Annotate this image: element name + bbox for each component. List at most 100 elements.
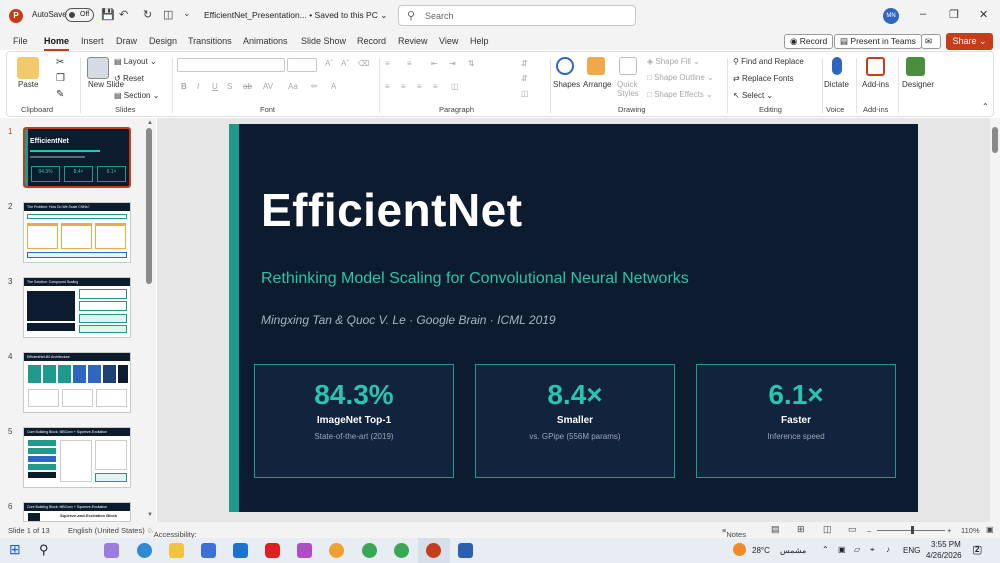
designer-button[interactable]: Designer — [902, 80, 934, 89]
chrome-icon[interactable] — [362, 543, 377, 558]
winrar-icon[interactable] — [297, 543, 312, 558]
start-icon[interactable]: ⊞ — [9, 541, 21, 558]
thumbnail-slide-5[interactable]: Core Building Block: MBConv + Squeeze-Ex… — [23, 427, 131, 488]
columns-icon[interactable]: ◫ — [451, 82, 459, 91]
tab-animations[interactable]: Animations — [243, 36, 288, 46]
tab-insert[interactable]: Insert — [81, 36, 104, 46]
store-icon[interactable] — [201, 543, 216, 558]
shape-fill-button[interactable]: ◈ Shape Fill ⌄ — [647, 57, 700, 66]
stat-card[interactable]: 84.3% ImageNet Top-1 State-of-the-art (2… — [254, 364, 454, 478]
font-name-select[interactable] — [177, 58, 285, 72]
replace-fonts-button[interactable]: ⇄ Replace Fonts — [733, 74, 794, 83]
layout-button[interactable]: ▤ Layout ⌄ — [114, 57, 157, 66]
shapes-icon[interactable] — [556, 57, 574, 75]
slide-title[interactable]: EfficientNet — [261, 183, 523, 237]
zoom-out-icon[interactable]: – — [867, 526, 871, 535]
thumbnail-slide-3[interactable]: The Solution: Compound Scaling — [23, 277, 131, 338]
decrease-font-icon[interactable]: Aˇ — [341, 59, 349, 68]
zoom-level[interactable]: 110% — [961, 526, 980, 535]
add-ins-icon[interactable] — [866, 57, 885, 76]
zoom-in-icon[interactable]: + — [947, 526, 951, 535]
tab-draw[interactable]: Draw — [116, 36, 137, 46]
outlook-icon[interactable] — [233, 543, 248, 558]
italic-icon[interactable]: I — [197, 82, 199, 91]
microphone-icon[interactable] — [832, 57, 842, 75]
quick-styles-button[interactable]: Quick Styles — [617, 80, 647, 98]
tab-record[interactable]: Record — [357, 36, 386, 46]
quick-styles-icon[interactable] — [619, 57, 637, 75]
text-direction-icon[interactable]: ⇵ — [521, 59, 528, 68]
arrange-icon[interactable] — [587, 57, 605, 75]
redo-icon[interactable]: ↻ — [143, 8, 152, 21]
tab-file[interactable]: File — [13, 36, 28, 46]
shadow-icon[interactable]: S — [227, 82, 232, 91]
normal-view-icon[interactable]: ▤ — [771, 524, 780, 535]
youtube-icon[interactable] — [265, 543, 280, 558]
scroll-down-icon[interactable]: ▼ — [147, 512, 153, 518]
clock-time[interactable]: 3:55 PM — [931, 540, 961, 549]
volume-icon[interactable]: ♪ — [886, 545, 890, 554]
increase-font-icon[interactable]: Aˆ — [325, 59, 333, 68]
save-icon[interactable]: 💾 — [101, 8, 115, 21]
cut-icon[interactable]: ✂ — [56, 57, 64, 68]
accessibility-status[interactable]: ♘ Accessibility: Good to go — [147, 526, 197, 548]
copilot-icon[interactable] — [104, 543, 119, 558]
clock-date[interactable]: 4/26/2026 — [926, 551, 962, 560]
format-painter-icon[interactable]: ✎ — [56, 89, 64, 100]
file-explorer-icon[interactable] — [169, 543, 184, 558]
undo-icon[interactable]: ↶ — [119, 8, 128, 21]
slide-subtitle[interactable]: Rethinking Model Scaling for Convolution… — [261, 270, 689, 288]
share-button[interactable]: Share ⌄ — [946, 33, 993, 50]
new-slide-icon[interactable] — [87, 57, 109, 79]
edge-icon[interactable] — [137, 543, 152, 558]
tray-app-icon[interactable]: ▣ — [838, 545, 846, 554]
numbering-icon[interactable]: ≡ — [407, 59, 412, 68]
canvas-scrollbar[interactable] — [990, 118, 1000, 522]
copy-icon[interactable]: ❐ — [56, 73, 65, 84]
shape-effects-button[interactable]: □ Shape Effects ⌄ — [647, 90, 713, 99]
scroll-up-icon[interactable]: ▲ — [147, 120, 153, 126]
tab-help[interactable]: Help — [470, 36, 489, 46]
taskbar-search-icon[interactable]: ⚲ — [39, 542, 49, 558]
current-slide[interactable]: EfficientNet Rethinking Model Scaling fo… — [229, 124, 918, 512]
stat-card[interactable]: 8.4× Smaller vs. GPipe (556M params) — [475, 364, 675, 478]
bold-icon[interactable]: B — [181, 82, 187, 91]
word-taskbar-icon[interactable] — [458, 543, 473, 558]
decrease-indent-icon[interactable]: ⇤ — [431, 59, 438, 68]
restore-icon[interactable]: ❐ — [949, 8, 959, 21]
thumbnail-slide-1[interactable]: EfficientNet 84.3% 8.4× 6.1× — [23, 127, 131, 188]
shapes-button[interactable]: Shapes — [553, 80, 580, 89]
tab-view[interactable]: View — [439, 36, 458, 46]
smartart-icon[interactable]: ◫ — [521, 89, 529, 98]
avatar[interactable]: MN — [883, 8, 899, 24]
change-case-icon[interactable]: Aa — [288, 82, 298, 91]
align-left-icon[interactable]: ≡ — [385, 82, 390, 91]
increase-indent-icon[interactable]: ⇥ — [449, 59, 456, 68]
align-text-icon[interactable]: ⇵ — [521, 74, 528, 83]
fit-slide-icon[interactable]: ▣ — [986, 525, 994, 534]
align-right-icon[interactable]: ≡ — [417, 82, 422, 91]
thumbnail-slide-4[interactable]: EfficientNet-B0 Architecture — [23, 352, 131, 413]
align-center-icon[interactable]: ≡ — [401, 82, 406, 91]
select-button[interactable]: ↖ Select ⌄ — [733, 91, 773, 100]
bullets-icon[interactable]: ≡ — [385, 59, 390, 68]
reading-view-icon[interactable]: ◫ — [823, 524, 832, 535]
tab-transitions[interactable]: Transitions — [188, 36, 232, 46]
customize-qat-icon[interactable]: ⌄ — [183, 8, 191, 19]
powerpoint-taskbar-icon[interactable] — [426, 543, 441, 558]
wifi-icon[interactable]: ⌖ — [870, 545, 875, 555]
stat-card[interactable]: 6.1× Faster Inference speed — [696, 364, 896, 478]
slide-sorter-icon[interactable]: ⊞ — [797, 524, 805, 535]
weather-icon[interactable] — [733, 543, 746, 556]
notes-button[interactable]: ≡ Notes — [722, 526, 746, 539]
temperature[interactable]: 28°C — [752, 546, 770, 555]
reset-button[interactable]: ↺ Reset — [114, 74, 144, 83]
document-title[interactable]: EfficientNet_Presentation... • Saved to … — [204, 10, 387, 21]
paste-icon[interactable] — [17, 57, 39, 79]
autosave-toggle[interactable]: Off — [65, 8, 94, 22]
section-button[interactable]: ▤ Section ⌄ — [114, 91, 159, 100]
slide-authors[interactable]: Mingxing Tan & Quoc V. Le · Google Brain… — [261, 313, 556, 327]
tab-design[interactable]: Design — [149, 36, 177, 46]
present-in-teams-button[interactable]: ▤ Present in Teams — [834, 34, 922, 49]
tab-review[interactable]: Review — [398, 36, 428, 46]
